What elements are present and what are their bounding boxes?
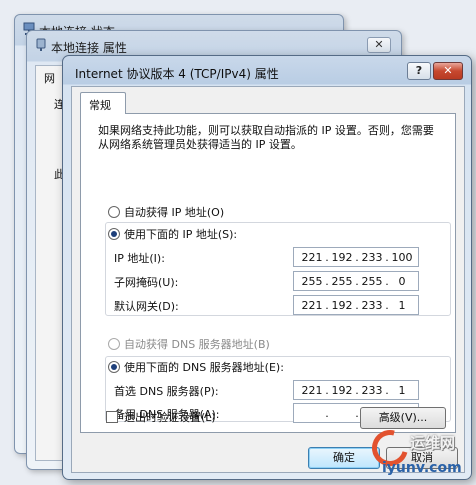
network-adapter-icon	[36, 38, 46, 51]
ip-octet: 221	[301, 383, 323, 397]
ip-octet: 233	[361, 250, 383, 264]
dns-auto-label: 自动获得 DNS 服务器地址(B)	[124, 338, 270, 351]
ip-octet: 192	[331, 298, 353, 312]
ip-address-field[interactable]: 221. 192. 233. 100	[293, 247, 419, 267]
ip-address-label: IP 地址(I):	[114, 252, 165, 265]
preferred-dns-label: 首选 DNS 服务器(P):	[114, 385, 219, 398]
ip-manual-label: 使用下面的 IP 地址(S):	[124, 228, 238, 241]
ip-octet: 233	[361, 383, 383, 397]
ip-manual-radio[interactable]: 使用下面的 IP 地址(S):	[108, 226, 237, 242]
ip-auto-radio[interactable]: 自动获得 IP 地址(O)	[108, 204, 224, 220]
validate-on-exit-checkbox[interactable]: 退出时验证设置(L)	[106, 409, 216, 425]
dns-auto-radio[interactable]: 自动获得 DNS 服务器地址(B)	[108, 336, 270, 352]
ip-octet: 255	[361, 274, 383, 288]
background-window-title: 本地连接 属性	[51, 41, 127, 55]
ip-octet: 255	[301, 274, 323, 288]
ip-octet: 255	[331, 274, 353, 288]
ip-octet: 192	[331, 383, 353, 397]
validate-on-exit-label: 退出时验证设置(L)	[124, 411, 216, 424]
close-button[interactable]: ✕	[433, 62, 463, 80]
watermark-url: iyunv.com	[382, 460, 462, 476]
subnet-mask-field[interactable]: 255. 255. 255. 0	[293, 271, 419, 291]
ip-octet: 1	[398, 383, 406, 397]
ip-octet: 100	[391, 250, 413, 264]
radio-button-selected-icon	[108, 228, 120, 240]
background-tab-fragment: 网	[44, 72, 55, 85]
preferred-dns-field[interactable]: 221. 192. 233. 1	[293, 380, 419, 400]
tab-general[interactable]: 常规	[80, 92, 126, 114]
dialog-title: Internet 协议版本 4 (TCP/IPv4) 属性	[75, 67, 279, 81]
ip-auto-label: 自动获得 IP 地址(O)	[124, 206, 225, 219]
ip-octet: 221	[301, 250, 323, 264]
radio-button-icon	[108, 206, 120, 218]
tcpipv4-properties-dialog: Internet 协议版本 4 (TCP/IPv4) 属性 ? ✕ 常规 如果网…	[62, 55, 472, 480]
default-gateway-label: 默认网关(D):	[114, 300, 179, 313]
ip-octet: 1	[398, 298, 406, 312]
description-text: 如果网络支持此功能，则可以获取自动指派的 IP 设置。否则，您需要从网络系统管理…	[98, 124, 434, 151]
background-close-button[interactable]: ✕	[367, 37, 391, 53]
general-tab-panel: 如果网络支持此功能，则可以获取自动指派的 IP 设置。否则，您需要从网络系统管理…	[80, 113, 456, 433]
watermark-logo: 运维网 iyunv.com	[365, 423, 474, 482]
ip-octet: 233	[361, 298, 383, 312]
radio-button-selected-icon	[108, 361, 120, 373]
subnet-mask-label: 子网掩码(U):	[114, 276, 179, 289]
watermark-text: 运维网	[410, 434, 456, 452]
dns-manual-radio[interactable]: 使用下面的 DNS 服务器地址(E):	[108, 359, 284, 375]
radio-button-icon	[108, 338, 120, 350]
help-button[interactable]: ?	[407, 62, 431, 80]
dialog-client-area: 常规 如果网络支持此功能，则可以获取自动指派的 IP 设置。否则，您需要从网络系…	[71, 86, 465, 473]
ip-octet: 0	[398, 274, 406, 288]
ip-octet: 221	[301, 298, 323, 312]
checkbox-icon	[106, 411, 118, 423]
dns-manual-label: 使用下面的 DNS 服务器地址(E):	[124, 361, 284, 374]
ip-octet: 192	[331, 250, 353, 264]
advanced-button[interactable]: 高级(V)...	[360, 407, 446, 429]
default-gateway-field[interactable]: 221. 192. 233. 1	[293, 295, 419, 315]
